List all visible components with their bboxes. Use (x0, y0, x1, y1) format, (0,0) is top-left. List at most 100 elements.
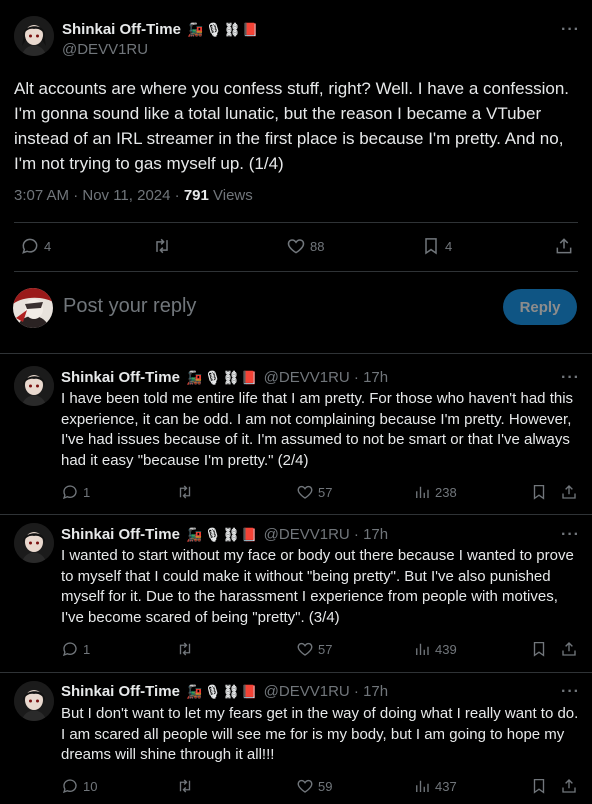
share-icon (562, 642, 576, 656)
more-options-icon[interactable]: ··· (561, 369, 580, 387)
chain-emoji-icon: ⛓ (222, 370, 240, 386)
repost-icon (179, 485, 191, 499)
repost-icon (179, 642, 191, 656)
reply-action[interactable]: 4 (20, 236, 51, 256)
share-action[interactable] (560, 777, 578, 795)
views-action[interactable]: 238 (413, 483, 457, 501)
reply-action[interactable]: 1 (61, 483, 90, 501)
reply-icon (62, 485, 77, 500)
reply-icon (62, 642, 77, 657)
views-count: 238 (435, 484, 457, 500)
divider (0, 672, 592, 673)
reply-handle-time[interactable]: @DEVV1RU · 17h (264, 526, 388, 543)
author-handle[interactable]: @DEVV1RU (62, 41, 148, 58)
repost-action[interactable] (176, 483, 194, 501)
views-action[interactable]: 437 (413, 777, 457, 795)
share-action[interactable] (554, 236, 574, 256)
heart-icon (287, 239, 305, 254)
more-options-icon[interactable]: ··· (561, 526, 580, 544)
share-icon (562, 779, 576, 793)
reply-action[interactable]: 10 (61, 777, 97, 795)
reply-handle-time[interactable]: @DEVV1RU · 17h (264, 369, 388, 386)
divider (0, 353, 592, 354)
reply-text: I wanted to start without my face or bod… (61, 547, 574, 626)
share-action[interactable] (560, 483, 578, 501)
chain-emoji-icon: ⛓ (223, 22, 241, 38)
like-count: 88 (310, 238, 325, 254)
train-emoji-icon: 🚂 (186, 370, 203, 386)
microphone-emoji-icon: 🎙 (205, 22, 222, 38)
train-emoji-icon: 🚂 (186, 527, 203, 543)
like-action[interactable]: 88 (286, 236, 324, 256)
share-action[interactable] (560, 640, 578, 658)
reply-text: I have been told me entire life that I a… (61, 390, 574, 469)
repost-icon (156, 238, 168, 254)
bookmark-icon (533, 641, 545, 657)
reply-author-name[interactable]: Shinkai Off-Time 🚂 🎙 ⛓ 📕 @DEVV1RU · 17h (61, 526, 388, 543)
bookmark-action[interactable] (530, 777, 548, 795)
heart-icon (297, 485, 313, 499)
reply-handle-time[interactable]: @DEVV1RU · 17h (264, 683, 388, 700)
book-emoji-icon: 📕 (241, 684, 258, 700)
author-name[interactable]: Shinkai Off-Time 🚂 🎙 ⛓ 📕 (62, 21, 259, 38)
reply-action[interactable]: 1 (61, 640, 90, 658)
reply-icon (62, 779, 77, 794)
views-count: 439 (435, 641, 457, 657)
views-label: Views (208, 187, 253, 204)
reply-text: But I don't want to let my fears get in … (61, 705, 579, 763)
train-emoji-icon: 🚂 (187, 22, 204, 38)
reply-icon (22, 238, 38, 254)
bookmark-count: 4 (445, 238, 453, 254)
analytics-icon (416, 486, 429, 498)
reply-button[interactable]: Reply (503, 289, 577, 325)
reply-avatar[interactable] (14, 681, 54, 721)
like-action[interactable]: 59 (296, 777, 332, 795)
like-count: 59 (318, 778, 333, 794)
bookmark-action[interactable] (530, 640, 548, 658)
share-icon (562, 485, 576, 499)
reply-author-name[interactable]: Shinkai Off-Time 🚂 🎙 ⛓ 📕 @DEVV1RU · 17h (61, 369, 388, 386)
microphone-emoji-icon: 🎙 (204, 527, 221, 543)
book-emoji-icon: 📕 (241, 527, 258, 543)
views-count: 791 (183, 187, 209, 204)
microphone-emoji-icon: 🎙 (204, 370, 221, 386)
repost-action[interactable] (176, 777, 194, 795)
book-emoji-icon: 📕 (242, 22, 259, 38)
reply-avatar[interactable] (14, 523, 54, 563)
analytics-icon (416, 780, 429, 792)
author-avatar[interactable] (14, 16, 54, 56)
share-icon (556, 238, 572, 254)
reply-count: 10 (83, 778, 98, 794)
like-action[interactable]: 57 (296, 640, 332, 658)
chain-emoji-icon: ⛓ (222, 527, 240, 543)
post-timestamp[interactable]: 3:07 AM · Nov 11, 2024 · (14, 187, 184, 204)
reply-avatar[interactable] (14, 366, 54, 406)
bookmark-icon (425, 238, 437, 255)
reply-count: 4 (44, 238, 52, 254)
views-count: 437 (435, 778, 457, 794)
reply-count: 1 (83, 484, 91, 500)
heart-icon (297, 779, 313, 793)
reply-author-name[interactable]: Shinkai Off-Time 🚂 🎙 ⛓ 📕 @DEVV1RU · 17h (61, 683, 388, 700)
repost-action[interactable] (152, 236, 172, 256)
reply-input[interactable]: Post your reply (63, 295, 196, 318)
like-action[interactable]: 57 (296, 483, 332, 501)
more-options-icon[interactable]: ··· (561, 21, 580, 39)
heart-icon (297, 642, 313, 656)
current-user-avatar[interactable] (13, 288, 53, 328)
chain-emoji-icon: ⛓ (222, 684, 240, 700)
train-emoji-icon: 🚂 (186, 684, 203, 700)
bookmark-action[interactable] (530, 483, 548, 501)
analytics-icon (416, 643, 429, 655)
more-options-icon[interactable]: ··· (561, 683, 580, 701)
repost-icon (179, 779, 191, 793)
divider (0, 514, 592, 515)
bookmark-action[interactable]: 4 (421, 236, 452, 256)
like-count: 57 (318, 641, 333, 657)
views-action[interactable]: 439 (413, 640, 457, 658)
post-metadata: 3:07 AM · Nov 11, 2024 · 791 Views (14, 187, 253, 204)
divider (14, 271, 578, 272)
bookmark-icon (533, 778, 545, 794)
repost-action[interactable] (176, 640, 194, 658)
bookmark-icon (533, 484, 545, 500)
